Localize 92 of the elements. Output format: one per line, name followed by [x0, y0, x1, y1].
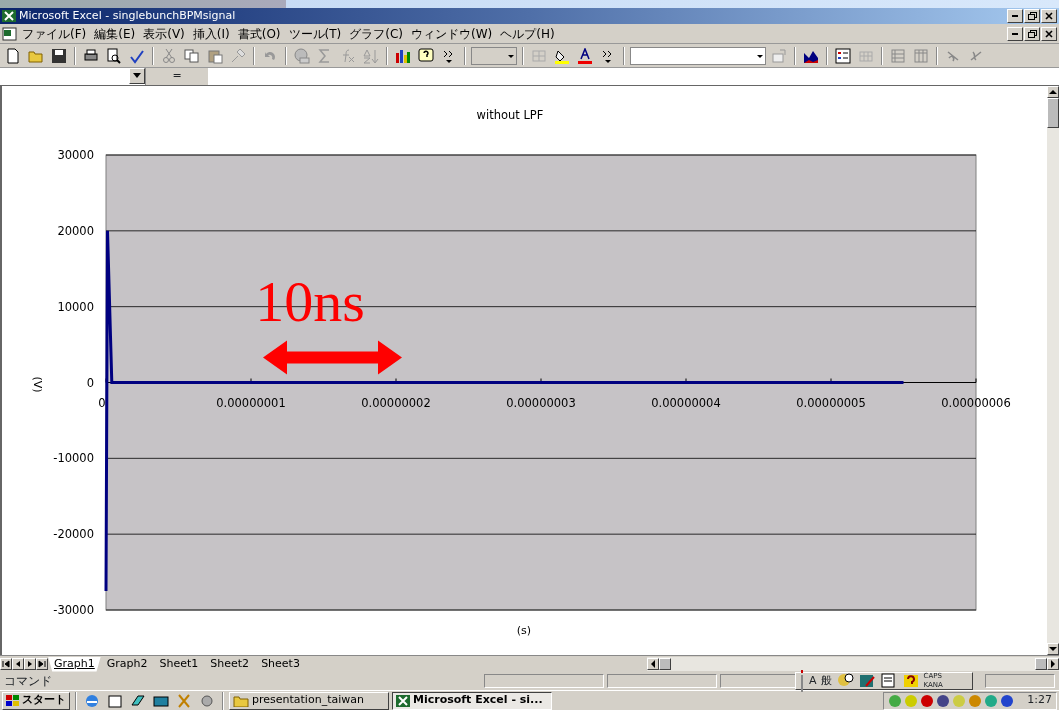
restore-button[interactable]: [1024, 9, 1040, 23]
x-tick-label: 0.00000003: [506, 395, 576, 410]
browser-icon[interactable]: [84, 692, 100, 709]
chart-objects-dropdown[interactable]: [630, 46, 766, 65]
sheet-tab[interactable]: Sheet1: [153, 656, 205, 672]
tab-scroll-button[interactable]: [0, 658, 12, 670]
menu-item[interactable]: 書式(O): [233, 24, 285, 43]
y-tick-label: 30000: [57, 148, 94, 162]
x-tick-label: 0.00000004: [651, 395, 721, 410]
status-panel: [985, 674, 1055, 688]
x-tick-label: 0.00000005: [796, 395, 866, 410]
sheet-tab[interactable]: Graph2: [100, 656, 154, 672]
help-tool-icon[interactable]: [901, 672, 920, 690]
sheet-tab[interactable]: Sheet2: [204, 656, 256, 672]
eraser-icon[interactable]: [130, 692, 146, 709]
split-handle[interactable]: [1035, 658, 1047, 670]
scroll-up-icon: [1049, 89, 1057, 95]
first-sheet-icon: [2, 660, 10, 668]
y-tick-label: 10000: [57, 299, 94, 314]
dictionary-icon[interactable]: [879, 672, 898, 690]
new-file-icon[interactable]: [5, 47, 21, 64]
ime-grip-icon: [799, 670, 805, 692]
vertical-scrollbar[interactable]: [1047, 86, 1059, 655]
horizontal-scrollbar[interactable]: [647, 657, 1059, 671]
close-icon: [1045, 29, 1053, 38]
excel-icon: [396, 694, 410, 707]
start-button[interactable]: スタート: [2, 691, 70, 710]
desktop-icon[interactable]: [107, 692, 123, 709]
dropdown-arrow-icon: [133, 73, 141, 79]
close-icon: [1045, 12, 1053, 20]
y-tick-label: 20000: [57, 223, 94, 238]
restore-button[interactable]: [1024, 26, 1040, 41]
clock: 1:27: [1027, 692, 1052, 709]
menu-item[interactable]: ファイル(F): [18, 24, 91, 43]
workbook-icon: [2, 26, 18, 41]
equals-label: =: [146, 68, 208, 85]
prev-sheet-icon: [14, 660, 22, 668]
scroll-right-icon: [1050, 660, 1056, 668]
scroll-down-icon: [1049, 646, 1057, 652]
scroll-thumb[interactable]: [659, 658, 671, 670]
tab-scroll-button[interactable]: [36, 658, 48, 670]
excel-icon: [2, 10, 16, 22]
menu-item[interactable]: 表示(V): [139, 24, 189, 43]
chart-title: without LPF: [476, 108, 544, 122]
x-tick-label: 0.00000001: [216, 395, 286, 410]
sheet-tab[interactable]: Graph1: [48, 656, 101, 672]
menu-item[interactable]: ヘルプ(H): [496, 24, 559, 43]
window-title: Microsoft Excel - singlebunchBPMsignal: [19, 7, 237, 24]
y-tick-label: -10000: [53, 451, 94, 466]
status-text: コマンド: [4, 673, 52, 690]
menu-item[interactable]: 挿入(I): [188, 24, 234, 43]
folder-icon: [233, 694, 249, 707]
taskbar-button[interactable]: Microsoft Excel - si...: [392, 691, 552, 710]
input-mode[interactable]: A: [809, 672, 817, 690]
scroll-thumb[interactable]: [1047, 98, 1059, 128]
windows-logo-icon: [6, 694, 20, 707]
tab-scroll-button[interactable]: [24, 658, 36, 670]
legend-icon[interactable]: [835, 47, 851, 64]
x-tick-label: 0.00000002: [361, 395, 431, 410]
paste-icon[interactable]: [207, 47, 223, 64]
help-icon[interactable]: [418, 47, 434, 64]
tab-scroll-button[interactable]: [12, 658, 24, 670]
last-sheet-icon: [38, 660, 46, 668]
menu-item[interactable]: ウィンドウ(W): [406, 24, 497, 43]
y-tick-label: -30000: [53, 603, 94, 617]
taskbar-button[interactable]: presentation_taiwan: [229, 691, 389, 710]
minimize-button[interactable]: [1007, 9, 1023, 23]
save-icon[interactable]: [51, 47, 67, 64]
menu-item[interactable]: ツール(T): [284, 24, 346, 43]
close-button[interactable]: [1041, 26, 1057, 41]
font-color-icon[interactable]: [577, 47, 593, 64]
next-sheet-icon: [26, 660, 34, 668]
scroll-left-icon: [650, 660, 656, 668]
minimize-icon: [1012, 32, 1018, 35]
chart-wizard-icon[interactable]: [395, 47, 411, 64]
x-tick-label: 0.00000006: [941, 395, 1011, 410]
menu-item[interactable]: グラフ(C): [345, 24, 407, 43]
x-tick-label: 0: [98, 395, 106, 410]
print-preview-icon[interactable]: [106, 47, 122, 64]
minimize-icon: [1012, 15, 1018, 17]
y-tick-label: -20000: [53, 527, 94, 542]
y-tick-label: 0: [86, 375, 94, 390]
x-axis-label: (s): [516, 624, 532, 637]
printer-icon[interactable]: [83, 47, 99, 64]
menu-item[interactable]: 編集(E): [90, 24, 140, 43]
close-button[interactable]: [1041, 9, 1057, 23]
notebook-icon[interactable]: [857, 672, 876, 690]
y-axis-label: (V): [31, 376, 44, 393]
minimize-button[interactable]: [1007, 26, 1023, 41]
copy-icon[interactable]: [184, 47, 200, 64]
sheet-tab[interactable]: Sheet3: [255, 656, 306, 672]
conversion-mode[interactable]: 般: [820, 672, 832, 690]
